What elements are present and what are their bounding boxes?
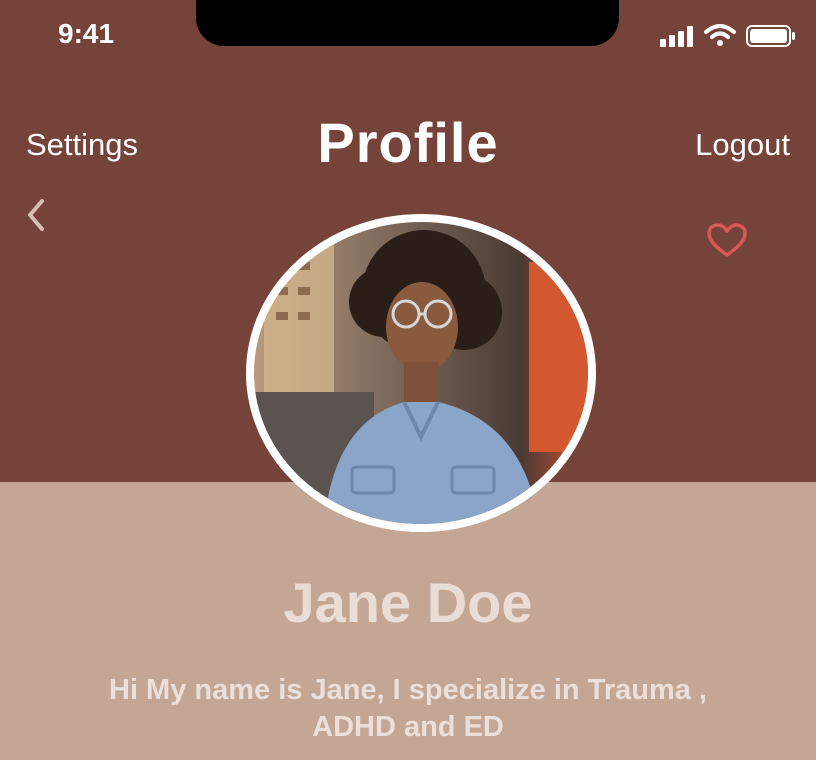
profile-bio: Hi My name is Jane, I specialize in Trau…	[109, 674, 707, 743]
device-notch	[196, 0, 619, 46]
signal-icon	[660, 26, 693, 47]
avatar-photo	[254, 222, 588, 524]
page-title: Profile	[317, 111, 499, 174]
status-time: 9:41	[58, 18, 115, 49]
chevron-left-icon[interactable]	[26, 198, 46, 232]
portrait-illustration	[254, 222, 588, 524]
status-icons	[660, 24, 796, 48]
battery-icon	[746, 25, 795, 47]
logout-button[interactable]: Logout	[695, 127, 790, 163]
profile-name: Jane Doe	[283, 571, 533, 634]
heart-icon[interactable]	[706, 222, 748, 258]
profile-avatar[interactable]	[246, 214, 596, 532]
wifi-icon	[704, 24, 736, 46]
